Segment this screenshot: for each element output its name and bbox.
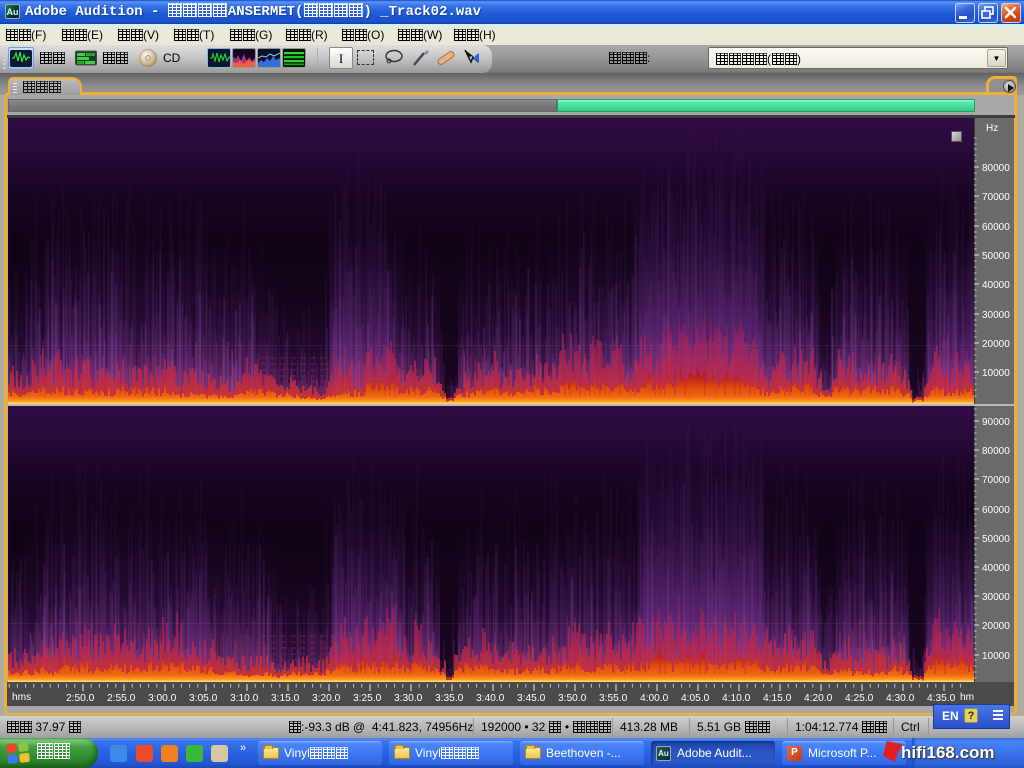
- svg-text:80000: 80000: [982, 446, 1010, 457]
- svg-text:3:00.0: 3:00.0: [148, 693, 177, 704]
- svg-text:10000: 10000: [982, 368, 1010, 379]
- svg-text:10000: 10000: [982, 651, 1010, 662]
- svg-text:60000: 60000: [982, 222, 1010, 233]
- svg-text:3:35.0: 3:35.0: [435, 693, 464, 704]
- svg-text:50000: 50000: [982, 534, 1010, 545]
- svg-text:2:55.0: 2:55.0: [107, 693, 136, 704]
- svg-text:40000: 40000: [982, 280, 1010, 291]
- svg-text:3:10.0: 3:10.0: [230, 693, 259, 704]
- svg-text:4:00.0: 4:00.0: [640, 693, 669, 704]
- svg-text:4:25.0: 4:25.0: [845, 693, 874, 704]
- svg-text:3:05.0: 3:05.0: [189, 693, 218, 704]
- svg-text:Hz: Hz: [986, 123, 998, 134]
- svg-text:70000: 70000: [982, 192, 1010, 203]
- svg-text:4:30.0: 4:30.0: [886, 693, 915, 704]
- svg-text:90000: 90000: [982, 417, 1010, 428]
- svg-text:50000: 50000: [982, 251, 1010, 262]
- svg-text:hms: hms: [12, 692, 31, 703]
- svg-text:60000: 60000: [982, 505, 1010, 516]
- svg-text:4:15.0: 4:15.0: [763, 693, 792, 704]
- svg-text:3:45.0: 3:45.0: [517, 693, 546, 704]
- svg-text:2:50.0: 2:50.0: [66, 693, 95, 704]
- svg-text:20000: 20000: [982, 621, 1010, 632]
- svg-text:3:50.0: 3:50.0: [558, 693, 587, 704]
- svg-text:3:25.0: 3:25.0: [353, 693, 382, 704]
- svg-text:3:55.0: 3:55.0: [599, 693, 628, 704]
- svg-text:30000: 30000: [982, 592, 1010, 603]
- svg-text:4:10.0: 4:10.0: [722, 693, 751, 704]
- svg-text:4:20.0: 4:20.0: [804, 693, 833, 704]
- svg-text:4:05.0: 4:05.0: [681, 693, 710, 704]
- svg-text:3:20.0: 3:20.0: [312, 693, 341, 704]
- svg-text:40000: 40000: [982, 563, 1010, 574]
- svg-text:30000: 30000: [982, 310, 1010, 321]
- svg-text:3:40.0: 3:40.0: [476, 693, 505, 704]
- svg-text:70000: 70000: [982, 475, 1010, 486]
- svg-text:3:30.0: 3:30.0: [394, 693, 423, 704]
- svg-text:20000: 20000: [982, 339, 1010, 350]
- svg-text:4:35.0: 4:35.0: [927, 693, 956, 704]
- svg-text:80000: 80000: [982, 163, 1010, 174]
- svg-text:3:15.0: 3:15.0: [271, 693, 300, 704]
- svg-text:hms: hms: [960, 692, 974, 703]
